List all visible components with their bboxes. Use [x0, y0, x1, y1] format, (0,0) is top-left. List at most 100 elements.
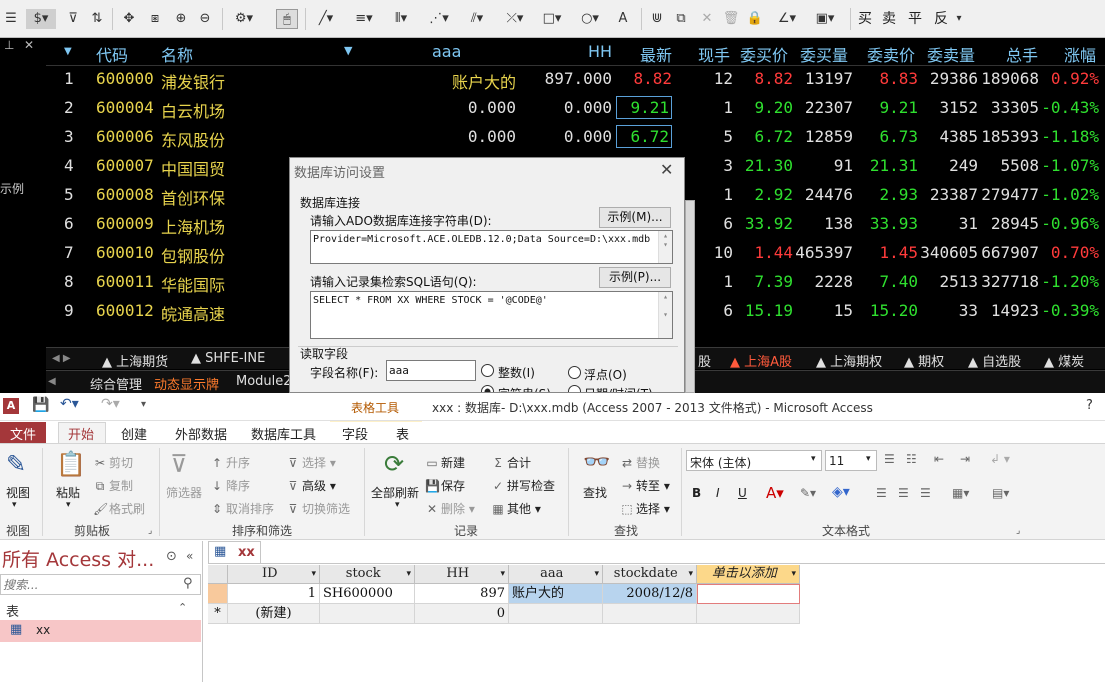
sql-field[interactable]: SELECT * FROM XX WHERE STOCK = '@CODE@' …: [310, 291, 673, 339]
chevron-down-icon[interactable]: ▾: [954, 9, 964, 29]
zoom-in-icon[interactable]: ⊕: [172, 9, 190, 29]
conn-example-button[interactable]: 示例(M)...: [599, 207, 671, 228]
fill-color-icon[interactable]: ◈▾: [832, 484, 850, 500]
dialog-launcher-icon[interactable]: ⌟: [148, 526, 152, 536]
tab-external-data[interactable]: 外部数据: [175, 424, 227, 443]
sell-button[interactable]: 卖: [882, 9, 896, 29]
col-header[interactable]: 现手: [698, 42, 730, 66]
col-header[interactable]: 代码: [96, 42, 128, 66]
col-header[interactable]: aaa: [432, 42, 461, 61]
selection-button[interactable]: ⊽ 选择 ▾: [286, 454, 336, 471]
undo-icon[interactable]: ↶▾: [60, 396, 79, 412]
nav-section-label[interactable]: 表: [6, 601, 19, 620]
market-tab[interactable]: ▲ 期权: [904, 351, 944, 370]
mouse-icon[interactable]: 🖱: [276, 9, 298, 29]
font-color-icon[interactable]: A▾: [766, 484, 784, 502]
select-button[interactable]: ⬚ 选择 ▾: [620, 500, 670, 517]
format-painter-button[interactable]: 🖌格式刷: [93, 500, 145, 517]
tab-table[interactable]: 表: [396, 424, 409, 443]
toggle-filter-button[interactable]: ⊽ 切换筛选: [286, 500, 350, 517]
quote-row[interactable]: 2 600004 白云机场 0.000 0.000 9.21 1 9.20 22307 9.21 3…: [46, 95, 1105, 124]
chevron-down-icon[interactable]: ▾: [395, 500, 400, 510]
col-header[interactable]: 总手: [1006, 42, 1038, 66]
filter-icon[interactable]: ⊽: [170, 450, 188, 478]
help-icon[interactable]: ?: [1086, 398, 1093, 413]
copy-button[interactable]: ⧉ 复制: [93, 477, 133, 494]
tab-fields[interactable]: 字段: [342, 424, 368, 443]
col-header-add[interactable]: 单击以添加 ▾: [697, 565, 800, 584]
cell-aaa[interactable]: 账户大的: [509, 584, 603, 604]
cell-stock[interactable]: SH600000: [320, 584, 415, 604]
col-header-hh[interactable]: HH ▾: [415, 565, 509, 584]
caret-down-icon[interactable]: ▼: [64, 46, 72, 57]
col-header-aaa[interactable]: aaa ▾: [509, 565, 603, 584]
cell-add[interactable]: [697, 584, 800, 604]
zoom-out-icon[interactable]: ⊖: [196, 9, 214, 29]
ltr-icon[interactable]: ↲ ▾: [990, 452, 1010, 466]
sort-asc-button[interactable]: ↑ 升序: [210, 454, 250, 471]
col-header[interactable]: 委卖量: [927, 42, 975, 66]
buy-button[interactable]: 买: [858, 9, 872, 29]
new-cell-hh[interactable]: 0: [415, 604, 509, 624]
refresh-icon[interactable]: ⟳: [384, 450, 404, 478]
advanced-button[interactable]: ⊽ 高级 ▾: [286, 477, 336, 494]
scroll-left-icon[interactable]: ◀: [48, 376, 56, 387]
remove-sort-button[interactable]: ⇕ 取消排序: [210, 500, 274, 517]
select-all-corner[interactable]: [208, 565, 228, 584]
channel-tool-icon[interactable]: ≡▾: [349, 9, 379, 29]
magnet-icon[interactable]: ⋓: [648, 9, 666, 29]
col-header-stockdate[interactable]: stockdate ▾: [603, 565, 697, 584]
bullets-icon[interactable]: ☰: [884, 452, 895, 466]
radio-datetime[interactable]: [568, 385, 581, 392]
line-tool-icon[interactable]: ╱▾: [311, 9, 341, 29]
quote-row[interactable]: 1 600000 浦发银行 账户大的 897.000 8.82 12 8.82 13197 8.8…: [46, 66, 1105, 95]
nav-menu-icon[interactable]: ⊙: [166, 549, 177, 564]
cell-stockdate[interactable]: 2008/12/8: [603, 584, 697, 604]
col-header-stock[interactable]: stock ▾: [320, 565, 415, 584]
cell-hh[interactable]: 897: [415, 584, 509, 604]
filter-icon[interactable]: ⊽: [64, 9, 82, 29]
save-icon[interactable]: ▣▾: [810, 9, 840, 29]
tab-db-tools[interactable]: 数据库工具: [251, 424, 316, 443]
align-right-icon[interactable]: ☰: [920, 486, 931, 500]
shutter-bar-icon[interactable]: «: [186, 549, 193, 563]
trash-icon[interactable]: 🗑: [722, 9, 740, 29]
radio-string-checked[interactable]: [481, 385, 494, 392]
workspace-tab[interactable]: 综合管理: [90, 374, 142, 393]
close-position-button[interactable]: 平: [908, 9, 922, 29]
chevron-down-icon[interactable]: ▾: [12, 500, 17, 510]
sort-icon[interactable]: ⇅: [88, 9, 106, 29]
col-header-id[interactable]: ID ▾: [228, 565, 320, 584]
scrollbar[interactable]: ▴ ▾: [658, 292, 672, 338]
market-tab[interactable]: ▲ SHFE-INE: [191, 351, 265, 366]
field-name-input[interactable]: aaa: [386, 360, 476, 381]
view-icon[interactable]: ✎: [6, 450, 26, 478]
rectangle-tool-icon[interactable]: □▾: [537, 9, 567, 29]
numbering-icon[interactable]: ☷: [906, 452, 917, 466]
bars-tool-icon[interactable]: ⦀▾: [385, 9, 417, 29]
col-header[interactable]: 委买量: [800, 42, 848, 66]
save-icon[interactable]: 💾: [32, 397, 49, 413]
paste-button[interactable]: 粘贴: [56, 484, 80, 501]
refresh-all-button[interactable]: 全部刷新: [371, 484, 419, 501]
tab-home[interactable]: 开始: [68, 424, 94, 443]
paste-icon[interactable]: 📋: [56, 450, 86, 478]
nav-search-input[interactable]: [3, 577, 173, 592]
fan-tool-icon[interactable]: ⋰▾: [423, 9, 455, 29]
new-record-marker[interactable]: *: [208, 604, 228, 624]
tab-file[interactable]: 文件: [10, 424, 36, 443]
new-cell-aaa[interactable]: [509, 604, 603, 624]
more-button[interactable]: ▦ 其他 ▾: [491, 500, 541, 517]
dollar-icon[interactable]: $▾: [26, 9, 56, 29]
pen-color-icon[interactable]: ∠▾: [772, 9, 802, 29]
highlight-icon[interactable]: ✎▾: [800, 486, 816, 500]
reverse-button[interactable]: 反: [934, 9, 948, 29]
save-record-button[interactable]: 💾保存: [425, 477, 465, 494]
alt-row-color-icon[interactable]: ▤▾: [992, 486, 1009, 500]
fit-icon[interactable]: ⧆: [146, 9, 164, 29]
collapse-icon[interactable]: ⌃: [178, 601, 187, 614]
font-size-select[interactable]: 11 ▾: [825, 450, 877, 471]
workspace-tab[interactable]: Module2: [236, 374, 292, 389]
find-button[interactable]: 查找: [583, 484, 607, 501]
close-icon[interactable]: ✕: [24, 38, 34, 52]
